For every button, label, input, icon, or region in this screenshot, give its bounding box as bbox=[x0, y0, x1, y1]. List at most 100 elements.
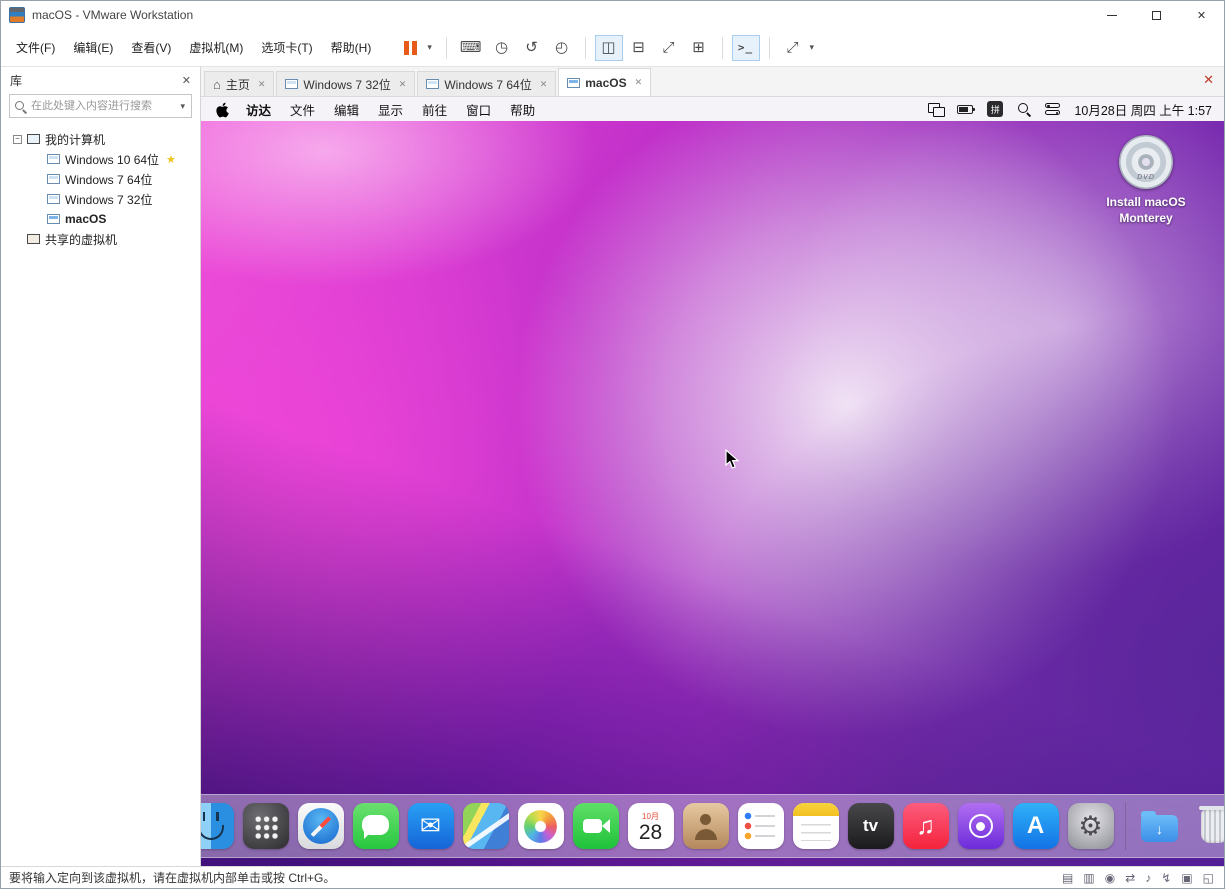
library-close-icon[interactable]: ✕ bbox=[182, 74, 191, 87]
take-snapshot-button[interactable]: ◷ bbox=[488, 35, 516, 61]
apple-menu-icon[interactable] bbox=[216, 102, 229, 117]
mac-menu-file[interactable]: 文件 bbox=[290, 100, 315, 119]
tab-windows7-32[interactable]: Windows 7 32位 ✕ bbox=[276, 71, 415, 96]
tab-close-icon[interactable]: ✕ bbox=[258, 79, 266, 90]
hard-disk-icon[interactable]: ▤ bbox=[1062, 871, 1073, 885]
control-center-icon[interactable] bbox=[1045, 102, 1060, 116]
tab-close-icon[interactable]: ✕ bbox=[635, 77, 643, 88]
speech-bubble bbox=[362, 815, 389, 835]
close-tab-icon[interactable]: ✕ bbox=[1203, 72, 1214, 88]
ctrl-alt-del-button[interactable]: ⌨ bbox=[456, 35, 486, 61]
printer-icon[interactable]: ▣ bbox=[1181, 871, 1192, 885]
music-note-glyph: ♫ bbox=[916, 814, 935, 839]
maximize-button[interactable] bbox=[1134, 1, 1179, 29]
stretch-button[interactable]: ⤢ bbox=[779, 35, 807, 61]
battery-icon[interactable] bbox=[957, 105, 973, 114]
menu-view[interactable]: 查看(V) bbox=[122, 34, 180, 61]
hard-disk-2-icon[interactable]: ▥ bbox=[1083, 871, 1094, 885]
menu-help[interactable]: 帮助(H) bbox=[322, 34, 381, 61]
manage-snapshots-button[interactable]: ◴ bbox=[548, 35, 576, 61]
sound-icon[interactable]: ♪ bbox=[1145, 871, 1151, 885]
thumbnail-bar-button[interactable]: ⊟ bbox=[625, 35, 653, 61]
dock-reminders-icon[interactable] bbox=[738, 803, 784, 849]
tree-item-label: 共享的虚拟机 bbox=[45, 231, 117, 248]
input-source-icon[interactable]: 拼 bbox=[987, 101, 1003, 117]
dock-podcasts-icon[interactable] bbox=[958, 803, 1004, 849]
minimize-button[interactable] bbox=[1089, 1, 1134, 29]
dock-trash-icon[interactable] bbox=[1192, 803, 1225, 849]
macos-desktop[interactable]: DVD Install macOS Monterey ✉ bbox=[201, 121, 1224, 866]
tree-item-label: 我的计算机 bbox=[45, 131, 105, 148]
mac-menu-window[interactable]: 窗口 bbox=[466, 100, 491, 119]
dock-mail-icon[interactable]: ✉ bbox=[408, 803, 454, 849]
tree-item-my-computer[interactable]: − 我的计算机 bbox=[1, 129, 200, 149]
dock-facetime-icon[interactable] bbox=[573, 803, 619, 849]
fullscreen-button[interactable]: ⤢ bbox=[655, 35, 683, 61]
console-button[interactable]: >_ bbox=[732, 35, 760, 61]
vm-running-icon bbox=[47, 214, 60, 224]
library-panel: 库 ✕ ▾ − 我的计算机 Windows 10 64位 ★ bbox=[1, 67, 201, 866]
vm-screen-icon bbox=[47, 174, 60, 184]
tree-item-windows7-32[interactable]: Windows 7 32位 bbox=[1, 189, 200, 209]
install-macos-icon[interactable]: DVD Install macOS Monterey bbox=[1088, 135, 1204, 226]
vm-running-icon bbox=[567, 78, 580, 88]
vm-console[interactable]: 访达 文件 编辑 显示 前往 窗口 帮助 拼 10月28日 周四 上午 1:57 bbox=[201, 97, 1224, 866]
menu-vm[interactable]: 虚拟机(M) bbox=[180, 34, 252, 61]
mac-menu-help[interactable]: 帮助 bbox=[510, 100, 535, 119]
dock-downloads-icon[interactable]: ↓ bbox=[1137, 803, 1183, 849]
usb-icon[interactable]: ↯ bbox=[1161, 871, 1171, 885]
tab-macos[interactable]: macOS ✕ bbox=[558, 68, 651, 96]
tree-item-windows10-64[interactable]: Windows 10 64位 ★ bbox=[1, 149, 200, 169]
library-search: ▾ bbox=[9, 94, 192, 118]
revert-snapshot-button[interactable]: ↺ bbox=[518, 35, 546, 61]
dock-messages-icon[interactable] bbox=[353, 803, 399, 849]
mac-menu-view[interactable]: 显示 bbox=[378, 100, 403, 119]
dock-appstore-icon[interactable]: A bbox=[1013, 803, 1059, 849]
pause-dropdown-icon[interactable]: ▾ bbox=[427, 42, 432, 53]
network-icon[interactable]: ⇄ bbox=[1125, 871, 1135, 885]
collapse-icon[interactable]: − bbox=[13, 135, 22, 144]
menu-tabs[interactable]: 选项卡(T) bbox=[252, 34, 321, 61]
dock-launchpad-icon[interactable] bbox=[243, 803, 289, 849]
tab-close-icon[interactable]: ✕ bbox=[399, 79, 407, 90]
pause-button[interactable] bbox=[396, 35, 424, 61]
fit-guest-icon[interactable]: ◱ bbox=[1203, 871, 1214, 885]
window-title: macOS - VMware Workstation bbox=[32, 8, 193, 22]
screen-mirroring-icon[interactable] bbox=[928, 103, 943, 115]
minimize-icon bbox=[1107, 15, 1117, 16]
dock-contacts-icon[interactable] bbox=[683, 803, 729, 849]
finder-menu[interactable]: 访达 bbox=[246, 100, 271, 119]
dock-finder-icon[interactable] bbox=[201, 803, 234, 849]
unity-button[interactable]: ⊞ bbox=[685, 35, 713, 61]
person-silhouette bbox=[693, 813, 719, 840]
tree-item-macos[interactable]: macOS bbox=[1, 209, 200, 229]
dock-maps-icon[interactable] bbox=[463, 803, 509, 849]
vm-screen-icon bbox=[426, 79, 439, 89]
menu-edit[interactable]: 编辑(E) bbox=[64, 34, 122, 61]
mac-menu-edit[interactable]: 编辑 bbox=[334, 100, 359, 119]
search-icon bbox=[14, 100, 27, 113]
dock-calendar-icon[interactable]: 10月 28 bbox=[628, 803, 674, 849]
dock-notes-icon[interactable] bbox=[793, 803, 839, 849]
tab-close-icon[interactable]: ✕ bbox=[540, 79, 548, 90]
tree-item-shared-vms[interactable]: 共享的虚拟机 bbox=[1, 229, 200, 249]
close-button[interactable]: ✕ bbox=[1179, 1, 1224, 29]
dock-music-icon[interactable]: ♫ bbox=[903, 803, 949, 849]
library-toggle-button[interactable]: ◫ bbox=[595, 35, 623, 61]
search-input[interactable] bbox=[27, 100, 178, 112]
stretch-dropdown-icon[interactable]: ▾ bbox=[810, 42, 815, 53]
tab-home[interactable]: ⌂ 主页 ✕ bbox=[204, 71, 274, 96]
finder-face bbox=[201, 825, 224, 840]
mac-menu-go[interactable]: 前往 bbox=[422, 100, 447, 119]
menubar-clock[interactable]: 10月28日 周四 上午 1:57 bbox=[1074, 100, 1212, 119]
dock-photos-icon[interactable] bbox=[518, 803, 564, 849]
dock-system-preferences-icon[interactable]: ⚙ bbox=[1068, 803, 1114, 849]
tab-windows7-64[interactable]: Windows 7 64位 ✕ bbox=[417, 71, 556, 96]
menu-file[interactable]: 文件(F) bbox=[7, 34, 64, 61]
search-dropdown-icon[interactable]: ▾ bbox=[178, 101, 187, 112]
tree-item-windows7-64[interactable]: Windows 7 64位 bbox=[1, 169, 200, 189]
dock-appletv-icon[interactable]: tv bbox=[848, 803, 894, 849]
spotlight-icon[interactable] bbox=[1017, 102, 1031, 116]
dock-safari-icon[interactable] bbox=[298, 803, 344, 849]
cd-rom-icon[interactable]: ◉ bbox=[1105, 871, 1115, 885]
